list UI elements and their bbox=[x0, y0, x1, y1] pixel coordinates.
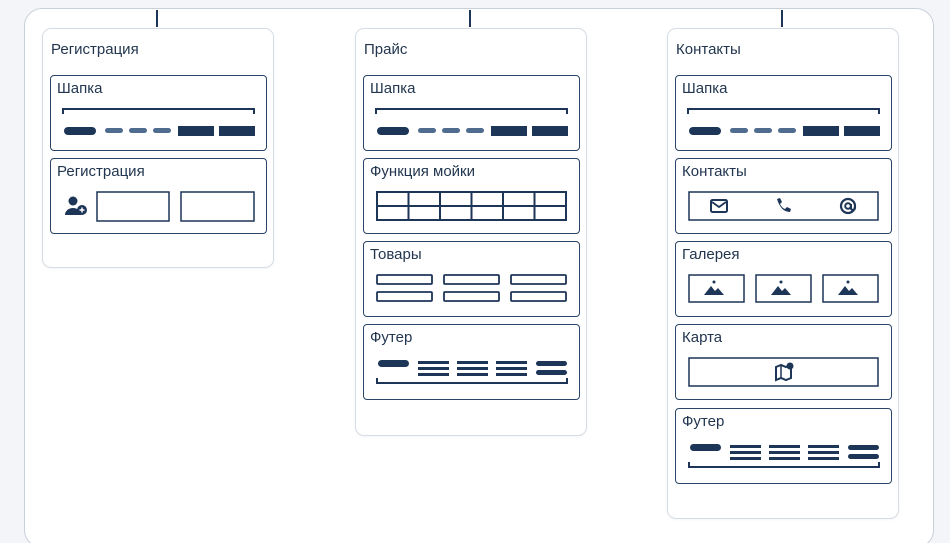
block-header[interactable]: Шапка bbox=[363, 75, 580, 151]
header-wireframe-icon bbox=[687, 108, 880, 136]
block-map[interactable]: Карта bbox=[675, 324, 892, 400]
page-card-price[interactable]: Прайс Шапка Функция мойки Товары Футер bbox=[355, 28, 587, 436]
gallery-images-icon bbox=[688, 274, 879, 303]
page-title: Контакты bbox=[676, 41, 741, 58]
connector-line bbox=[781, 10, 783, 27]
block-gallery[interactable]: Галерея bbox=[675, 241, 892, 317]
block-header[interactable]: Шапка bbox=[50, 75, 267, 151]
block-header[interactable]: Шапка bbox=[675, 75, 892, 151]
table-grid-icon bbox=[376, 191, 567, 221]
block-contacts[interactable]: Контакты bbox=[675, 158, 892, 234]
footer-wireframe-icon bbox=[376, 360, 568, 384]
block-footer[interactable]: Футер bbox=[675, 408, 892, 484]
block-wash-function[interactable]: Функция мойки bbox=[363, 158, 580, 234]
product-cards-icon bbox=[376, 274, 567, 302]
footer-wireframe-icon bbox=[688, 444, 880, 468]
page-title: Регистрация bbox=[51, 41, 139, 58]
contact-icons-row-icon bbox=[688, 191, 879, 221]
add-user-form-icon bbox=[65, 191, 255, 222]
block-registration[interactable]: Регистрация bbox=[50, 158, 267, 234]
header-wireframe-icon bbox=[375, 108, 568, 136]
connector-line bbox=[469, 10, 471, 27]
header-wireframe-icon bbox=[62, 108, 255, 136]
block-footer[interactable]: Футер bbox=[363, 324, 580, 400]
page-card-registration[interactable]: Регистрация Шапка Регистрация bbox=[42, 28, 274, 268]
map-icon bbox=[688, 357, 879, 387]
block-products[interactable]: Товары bbox=[363, 241, 580, 317]
page-card-contacts[interactable]: Контакты Шапка Контакты Галерея Карта Фу… bbox=[667, 28, 899, 519]
connector-line bbox=[156, 10, 158, 27]
page-title: Прайс bbox=[364, 41, 408, 58]
